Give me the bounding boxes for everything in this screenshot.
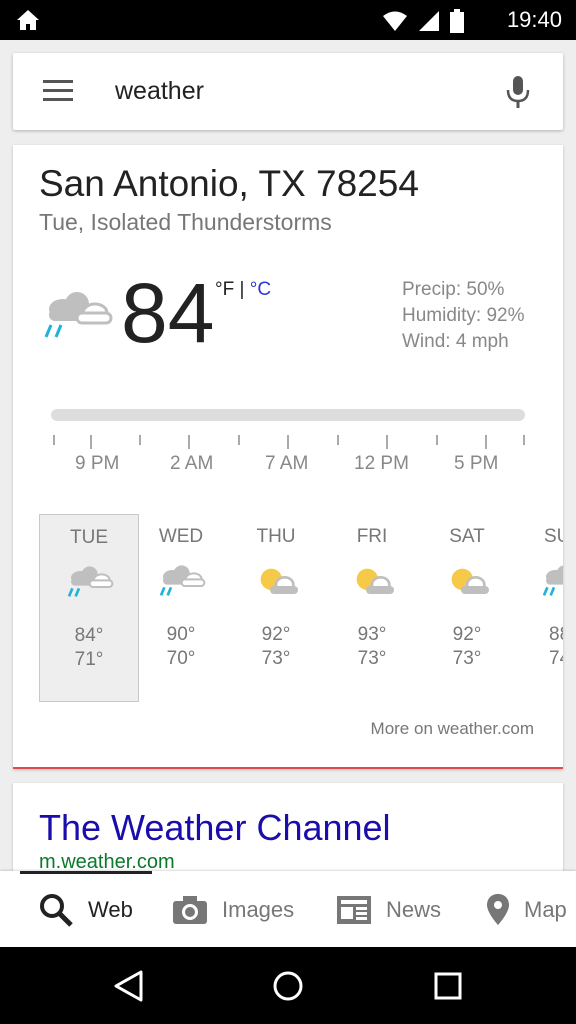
search-input[interactable]: weather — [115, 77, 204, 106]
day-low: 71° — [74, 649, 104, 670]
day-high: 84° — [74, 625, 104, 646]
hour-label: 2 AM — [170, 453, 214, 474]
unit-celsius[interactable]: °C — [250, 279, 271, 300]
day-high: 93° — [357, 624, 387, 645]
active-tab-indicator — [20, 871, 152, 874]
partly-cloudy-icon — [451, 568, 489, 594]
forecast-day-sun[interactable]: SU 88 74 — [513, 514, 563, 700]
map-pin-icon — [487, 894, 509, 925]
system-nav-bar — [0, 947, 576, 1024]
tab-label: Web — [88, 897, 133, 922]
unit-fahrenheit[interactable]: °F — [215, 279, 234, 300]
day-name: TUE — [70, 527, 108, 548]
hourly-slider[interactable] — [51, 409, 525, 421]
forecast-day-sun-clip: SU 88 74 — [513, 514, 563, 700]
forecast-day-wed[interactable]: WED 90° 70° — [132, 514, 230, 700]
current-temperature: 84 — [121, 266, 215, 360]
day-high: 92° — [261, 624, 291, 645]
tab-web[interactable]: Web — [38, 893, 133, 927]
day-low: 73° — [261, 648, 291, 669]
precip-value: Precip: 50% — [402, 279, 505, 300]
day-high: 92° — [452, 624, 482, 645]
hour-label: 7 AM — [265, 453, 309, 474]
weather-location: San Antonio, TX 78254 — [39, 163, 419, 204]
weather-condition: Tue, Isolated Thunderstorms — [39, 209, 332, 235]
signal-icon — [419, 11, 439, 31]
microphone-icon[interactable] — [505, 75, 531, 109]
recents-icon[interactable] — [431, 969, 465, 1003]
result-title-link[interactable]: The Weather Channel — [39, 807, 391, 849]
status-bar: 19:40 — [0, 0, 576, 40]
wind-value: Wind: 4 mph — [402, 331, 509, 352]
forecast-day-sat[interactable]: SAT 92° 73° — [418, 514, 516, 700]
day-low: 74 — [549, 648, 563, 669]
partly-cloudy-icon — [260, 568, 298, 594]
tab-label: Map — [524, 897, 567, 922]
day-low: 73° — [452, 648, 482, 669]
hour-label: 5 PM — [454, 453, 499, 474]
unit-separator: | — [239, 279, 245, 300]
tab-maps[interactable]: Map — [486, 893, 567, 927]
hour-label: 12 PM — [354, 453, 409, 474]
hamburger-menu-icon[interactable] — [43, 80, 73, 102]
home-icon — [17, 10, 39, 30]
day-name: THU — [256, 526, 296, 547]
tab-news[interactable]: News — [336, 893, 441, 927]
search-icon — [40, 894, 73, 927]
search-type-tabs: Web Images News Map — [0, 871, 576, 947]
camera-icon — [173, 896, 207, 924]
slider-ticks — [51, 435, 525, 449]
status-time: 19:40 — [506, 7, 562, 32]
search-bar[interactable]: weather — [13, 53, 563, 130]
newspaper-icon — [337, 896, 371, 924]
hour-label: 9 PM — [75, 453, 120, 474]
back-icon[interactable] — [112, 969, 146, 1003]
day-high: 88 — [549, 624, 563, 645]
forecast-day-fri[interactable]: FRI 93° 73° — [323, 514, 421, 700]
day-name: SAT — [449, 526, 485, 547]
tab-label: Images — [222, 897, 295, 922]
wifi-icon — [383, 11, 407, 31]
more-weather-link[interactable]: More on weather.com — [371, 719, 534, 739]
tab-images[interactable]: Images — [172, 893, 294, 927]
partly-cloudy-icon — [356, 568, 394, 594]
search-result: The Weather Channel m.weather.com — [13, 783, 563, 878]
weather-details: Precip: 50% Humidity: 92% Wind: 4 mph — [402, 277, 525, 355]
battery-icon — [450, 9, 464, 33]
day-low: 70° — [166, 648, 196, 669]
weather-card: San Antonio, TX 78254 Tue, Isolated Thun… — [13, 145, 563, 769]
humidity-value: Humidity: 92% — [402, 305, 525, 326]
thunderstorm-icon — [159, 565, 206, 596]
forecast-day-thu[interactable]: THU 92° 73° — [227, 514, 325, 700]
day-name: SU — [544, 526, 563, 547]
day-name: FRI — [356, 526, 388, 547]
thunderstorm-icon — [542, 565, 563, 596]
thunderstorm-icon — [44, 292, 113, 338]
day-name: WED — [158, 526, 204, 547]
tab-label: News — [386, 897, 442, 922]
forecast-day-tue[interactable]: TUE 84° 71° — [39, 514, 139, 702]
unit-toggle: °F | °C — [215, 279, 271, 301]
thunderstorm-icon — [67, 566, 114, 597]
day-high: 90° — [166, 624, 196, 645]
home-button-icon[interactable] — [271, 969, 305, 1003]
hour-labels: 9 PM 2 AM 7 AM 12 PM 5 PM — [13, 453, 563, 477]
day-low: 73° — [357, 648, 387, 669]
